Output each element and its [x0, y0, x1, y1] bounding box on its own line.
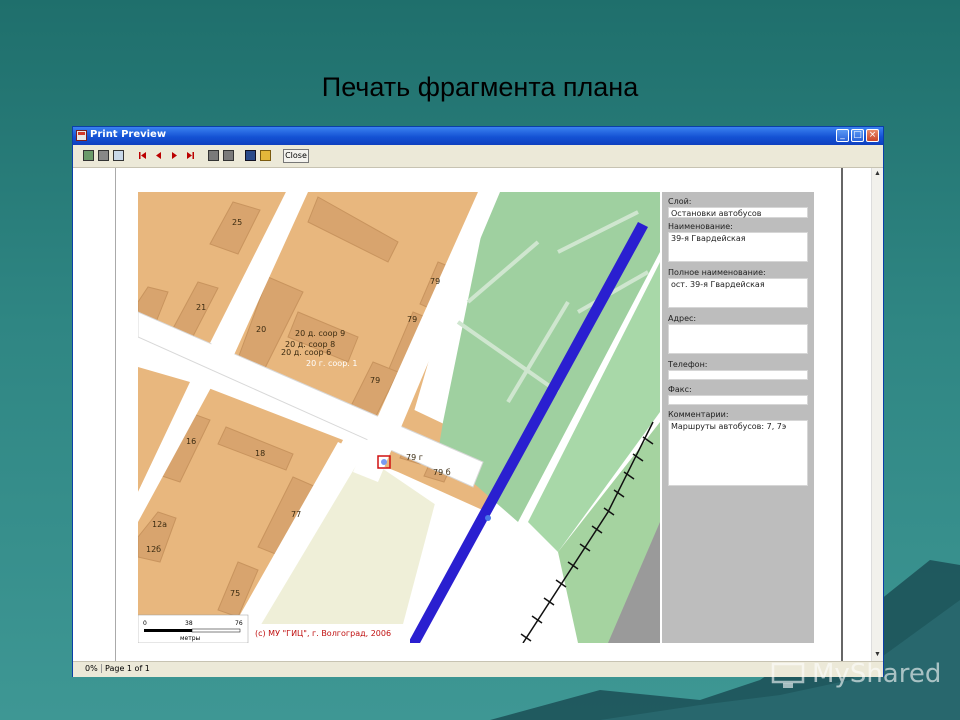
svg-text:79: 79 [370, 376, 380, 385]
address-label: Адрес: [668, 314, 697, 323]
open-folder-icon[interactable] [260, 150, 271, 161]
bus-stop-icon [381, 459, 387, 465]
name-field: 39-я Гвардейская [668, 232, 808, 262]
layer-field: Остановки автобусов [668, 207, 808, 218]
svg-text:79: 79 [407, 315, 417, 324]
close-preview-button[interactable]: Close [283, 149, 309, 163]
window-title: Print Preview [90, 129, 167, 140]
scroll-up-icon[interactable]: ▲ [873, 169, 882, 178]
scale-bar-white [191, 628, 241, 633]
zoom-status: 0% [85, 664, 98, 673]
minimize-button[interactable]: _ [836, 129, 849, 142]
window-titlebar[interactable]: Print Preview _ □ × [73, 127, 883, 145]
full-name-label: Полное наименование: [668, 268, 766, 277]
svg-text:12б: 12б [146, 545, 161, 554]
scale-unit: метры [180, 635, 201, 642]
fax-label: Факс: [668, 385, 692, 394]
close-window-button[interactable]: × [866, 129, 879, 142]
monitor-icon [771, 662, 805, 688]
svg-text:79 г: 79 г [406, 453, 423, 462]
whole-page-icon[interactable] [83, 150, 94, 161]
full-name-field: ост. 39-я Гвардейская [668, 278, 808, 308]
svg-text:20: 20 [256, 325, 266, 334]
object-info-panel: Слой: Остановки автобусов Наименование: … [662, 192, 814, 643]
watermark: MyShared [770, 655, 950, 695]
scale-tick-38: 38 [185, 620, 193, 627]
slide-title: Печать фрагмента плана [321, 72, 639, 102]
print-preview-window: Print Preview _ □ × Close 25 21 20 20 д.… [72, 126, 884, 677]
vertical-scrollbar[interactable]: ▲ ▼ [871, 168, 883, 661]
svg-text:75: 75 [230, 589, 240, 598]
layer-label: Слой: [668, 197, 692, 206]
status-bar: 0% Page 1 of 1 [73, 661, 883, 677]
map-point-marker [485, 515, 491, 521]
svg-text:18: 18 [255, 449, 265, 458]
print-setup-icon[interactable] [208, 150, 219, 161]
last-page-icon[interactable] [185, 150, 196, 161]
svg-text:16: 16 [186, 437, 196, 446]
save-icon[interactable] [245, 150, 256, 161]
comments-field: Маршруты автобусов: 7, 7э [668, 420, 808, 486]
svg-text:12а: 12а [152, 520, 167, 529]
maximize-button[interactable]: □ [851, 129, 864, 142]
map-fragment: 25 21 20 20 д. соор 9 20 д. соор 8 20 д.… [138, 192, 660, 643]
svg-text:20 г. соор. 1: 20 г. соор. 1 [306, 359, 357, 368]
svg-text:77: 77 [291, 510, 301, 519]
multiple-pages-icon[interactable] [113, 150, 124, 161]
phone-field [668, 370, 808, 380]
svg-text:79: 79 [430, 277, 440, 286]
svg-text:79 б: 79 б [433, 468, 451, 477]
preview-area: 25 21 20 20 д. соор 9 20 д. соор 8 20 д.… [73, 168, 883, 661]
scale-tick-0: 0 [143, 620, 147, 627]
scale-tick-76: 76 [235, 620, 243, 627]
phone-label: Телефон: [668, 360, 708, 369]
page-status: Page 1 of 1 [101, 664, 150, 673]
svg-text:21: 21 [196, 303, 206, 312]
next-page-icon[interactable] [169, 150, 180, 161]
app-icon [76, 130, 87, 141]
fax-field [668, 395, 808, 405]
scale-bar-black [144, 629, 192, 632]
svg-text:25: 25 [232, 218, 242, 227]
previous-page-icon[interactable] [153, 150, 164, 161]
address-field [668, 324, 808, 354]
svg-text:20 д. соор 9: 20 д. соор 9 [295, 329, 345, 338]
comments-label: Комментарии: [668, 410, 729, 419]
toolbar: Close [73, 145, 883, 168]
map-svg: 25 21 20 20 д. соор 9 20 д. соор 8 20 д.… [138, 192, 660, 643]
page-width-icon[interactable] [98, 150, 109, 161]
map-copyright: (с) МУ "ГИЦ", г. Волгоград, 2006 [255, 629, 391, 638]
name-label: Наименование: [668, 222, 733, 231]
svg-text:20 д. соор 6: 20 д. соор 6 [281, 348, 331, 357]
watermark-text: MyShared [812, 659, 942, 689]
printer-icon[interactable] [223, 150, 234, 161]
first-page-icon[interactable] [137, 150, 148, 161]
